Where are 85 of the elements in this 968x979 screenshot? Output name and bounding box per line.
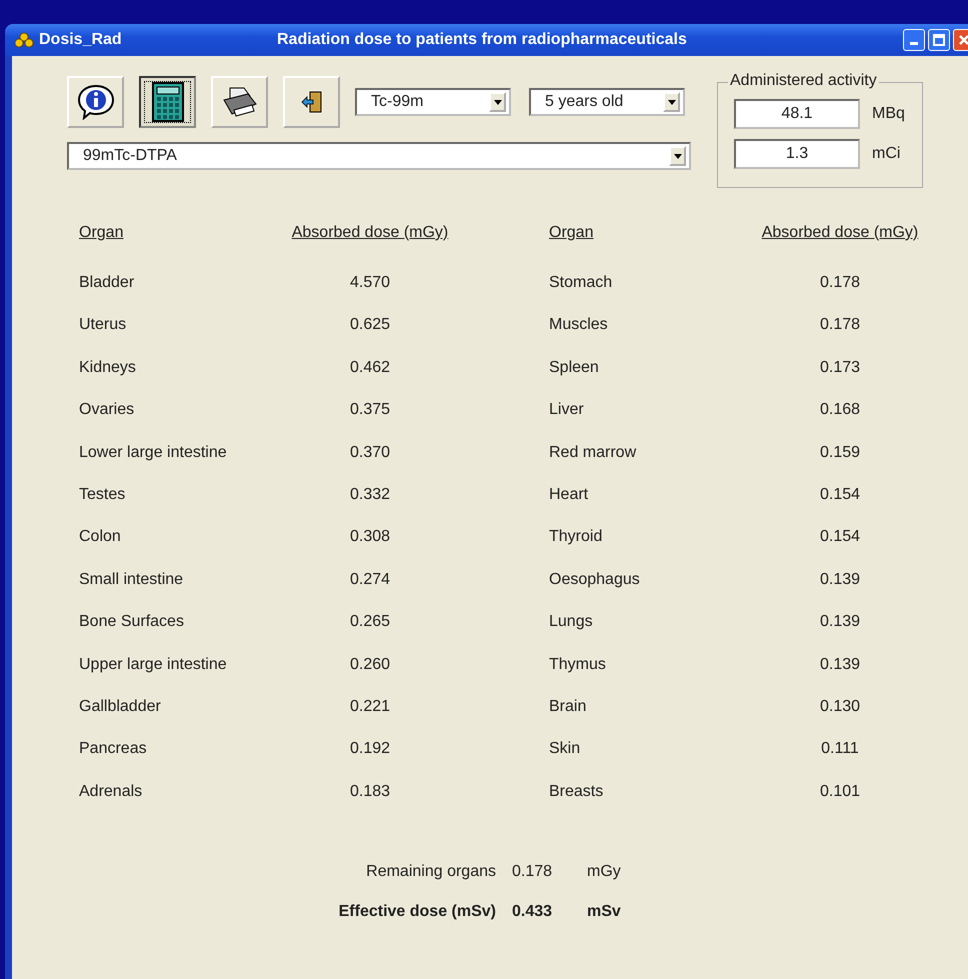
summary-value: 0.178 xyxy=(512,863,554,882)
dose-value: 0.101 xyxy=(818,782,862,802)
info-icon xyxy=(76,84,116,120)
dose-value: 0.462 xyxy=(348,358,392,378)
group-label: Administered activity xyxy=(728,72,879,90)
dose-value: 0.260 xyxy=(348,656,392,675)
organ-name: Spleen xyxy=(549,358,600,378)
organ-name: Bone Surfaces xyxy=(79,613,185,632)
column-header: Organ xyxy=(79,224,124,243)
organ-name: Testes xyxy=(79,486,126,505)
unit-label: MBq xyxy=(872,105,905,123)
organ-name: Stomach xyxy=(549,274,614,293)
column-header: Organ xyxy=(549,224,594,243)
organ-name: Gallbladder xyxy=(79,698,162,717)
dose-value: 0.274 xyxy=(348,570,392,590)
activity-field[interactable]: 48.1 xyxy=(734,99,860,129)
dose-value: 0.154 xyxy=(818,528,862,548)
dose-value: 0.139 xyxy=(818,613,862,632)
organ-name: Thyroid xyxy=(549,528,604,548)
dose-value: 0.308 xyxy=(348,528,392,548)
unit-label: mCi xyxy=(872,145,900,163)
organ-name: Muscles xyxy=(549,316,609,336)
organ-name: Heart xyxy=(549,486,590,505)
dose-value: 0.183 xyxy=(348,782,392,802)
dose-value: 0.159 xyxy=(818,444,862,463)
dose-value: 0.265 xyxy=(348,613,392,632)
organ-name: Upper large intestine xyxy=(79,656,228,675)
dropdown-arrow-icon xyxy=(668,100,676,104)
organ-name: Red marrow xyxy=(549,444,638,463)
dose-value: 0.178 xyxy=(818,316,862,336)
app-icon xyxy=(15,32,33,48)
organ-name: Oesophagus xyxy=(549,570,641,590)
organ-name: Adrenals xyxy=(79,782,144,802)
dose-value: 0.178 xyxy=(818,274,862,293)
organ-name: Bladder xyxy=(79,274,136,293)
organ-name: Breasts xyxy=(549,782,604,802)
toolbar-button[interactable] xyxy=(139,76,196,128)
window-title: Radiation dose to patients from radiopharmaceuticals xyxy=(277,31,688,49)
organ-name: Lungs xyxy=(549,613,594,632)
dose-value: 4.570 xyxy=(348,274,392,293)
dose-value: 0.370 xyxy=(348,444,392,463)
dose-value: 0.221 xyxy=(348,698,392,717)
organ-name: Lower large intestine xyxy=(79,444,228,463)
dose-value: 0.332 xyxy=(348,486,392,505)
compound-dropdown[interactable]: 99mTc-DTPA xyxy=(67,142,691,170)
summary-label: Remaining organs xyxy=(365,863,497,882)
organ-name: Liver xyxy=(549,401,585,420)
organ-name: Brain xyxy=(549,698,588,717)
minimize-button[interactable] xyxy=(903,29,925,51)
unit-label: mSv xyxy=(587,903,622,922)
dose-value: 0.173 xyxy=(818,358,862,378)
door-arrow-icon xyxy=(300,90,322,114)
organ-name: Pancreas xyxy=(79,740,148,760)
close-icon xyxy=(958,34,968,46)
app-name: Dosis_Rad xyxy=(39,31,123,49)
dose-value: 0.168 xyxy=(818,401,862,420)
column-header: Absorbed dose (mGy) xyxy=(290,224,450,243)
organ-name: Ovaries xyxy=(79,401,136,420)
summary-value: 0.433 xyxy=(512,903,554,922)
radionuclide-dropdown[interactable]: Tc-99m xyxy=(355,88,511,116)
dose-value: 0.192 xyxy=(348,740,392,760)
organ-name: Skin xyxy=(549,740,582,760)
dose-value: 0.625 xyxy=(348,316,392,336)
summary-label: Effective dose (mSv) xyxy=(338,903,497,922)
dose-value: 0.375 xyxy=(348,401,392,420)
age-dropdown[interactable]: 5 years old xyxy=(529,88,685,116)
dose-value: 0.154 xyxy=(818,486,862,505)
organ-name: Colon xyxy=(79,528,122,548)
unit-label: mGy xyxy=(587,863,622,882)
dropdown-arrow-icon xyxy=(674,154,682,158)
dose-value: 0.111 xyxy=(820,740,860,760)
organ-name: Uterus xyxy=(79,316,128,336)
calculator-icon xyxy=(150,82,184,122)
organ-name: Thymus xyxy=(549,656,607,675)
organ-name: Small intestine xyxy=(79,570,184,590)
column-header: Absorbed dose (mGy) xyxy=(760,224,920,243)
dose-value: 0.139 xyxy=(818,656,862,675)
dose-value: 0.139 xyxy=(818,570,862,590)
dropdown-arrow-icon xyxy=(494,100,502,104)
minimize-icon xyxy=(910,42,918,45)
organ-name: Kidneys xyxy=(79,358,137,378)
activity-field[interactable]: 1.3 xyxy=(734,139,860,169)
maximize-icon xyxy=(933,34,945,46)
maximize-button[interactable] xyxy=(928,29,950,51)
dose-value: 0.130 xyxy=(818,698,862,717)
